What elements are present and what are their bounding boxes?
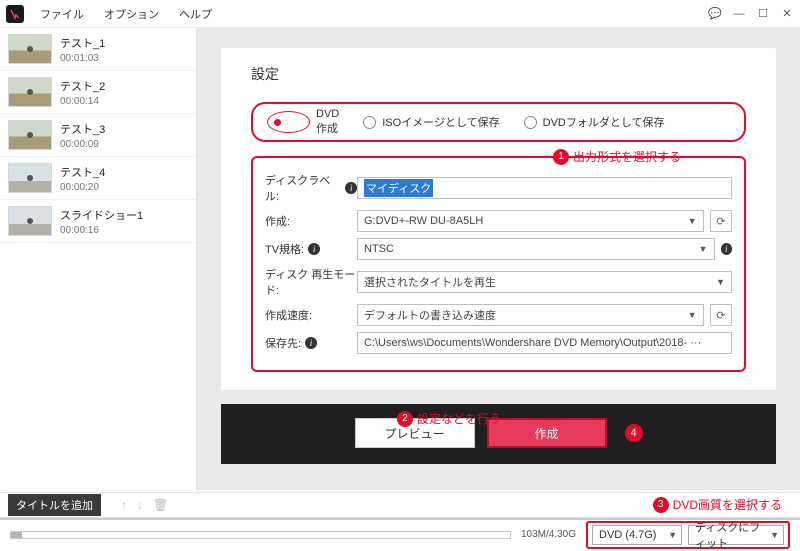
capacity-bar (10, 531, 511, 539)
refresh-button[interactable]: ⟳ (710, 304, 732, 326)
drive-select[interactable]: G:DVD+-RW DU-8A5LH▼ (357, 210, 704, 232)
list-item[interactable]: テスト_4 00:00:20 (0, 157, 196, 200)
label-create: 作成: (265, 213, 290, 229)
info-icon[interactable]: i (721, 243, 732, 255)
label-dest: 保存先: (265, 335, 301, 351)
item-duration: 00:00:14 (60, 96, 105, 107)
output-format-group: DVD作成 ISOイメージとして保存 DVDフォルダとして保存 (251, 102, 746, 142)
menu-bar: ファイル オプション ヘルプ (32, 3, 220, 25)
thumbnail (8, 120, 52, 150)
list-item[interactable]: テスト_3 00:00:09 (0, 114, 196, 157)
callout-2: 2設定などを行う (397, 410, 501, 427)
radio-icon (363, 116, 376, 129)
menu-option[interactable]: オプション (96, 3, 167, 25)
list-item[interactable]: テスト_1 00:01:03 (0, 28, 196, 71)
title-tools: ↑ ↓ 🗑 (121, 498, 168, 512)
maximize-button[interactable]: ☐ (756, 7, 770, 20)
item-duration: 00:01:03 (60, 53, 105, 64)
delete-icon[interactable]: 🗑 (153, 498, 168, 512)
titlebar: ファイル オプション ヘルプ 💬 ― ☐ ✕ (0, 0, 800, 28)
settings-form: ディスクラベル:iマイディスク 作成:G:DVD+-RW DU-8A5LH▼⟳ … (251, 156, 746, 372)
item-name: テスト_1 (60, 35, 105, 51)
label-speed: 作成速度: (265, 307, 312, 323)
radio-folder[interactable]: DVDフォルダとして保存 (524, 114, 665, 130)
list-item[interactable]: テスト_2 00:00:14 (0, 71, 196, 114)
quality-selects: DVD (4.7G)▼ ディスクにフィット▼ (586, 521, 790, 549)
settings-title: 設定 (251, 64, 746, 84)
title-list: テスト_1 00:01:03 テスト_2 00:00:14 テスト_3 00:00:0… (0, 28, 197, 490)
disclabel-input[interactable]: マイディスク (357, 177, 732, 199)
move-up-icon[interactable]: ↑ (121, 498, 127, 512)
item-name: テスト_2 (60, 78, 105, 94)
callout-3: 3DVD画質を選択する (653, 496, 782, 513)
item-duration: 00:00:16 (60, 225, 143, 236)
thumbnail (8, 77, 52, 107)
thumbnail (8, 34, 52, 64)
thumbnail (8, 163, 52, 193)
item-duration: 00:00:20 (60, 182, 105, 193)
settings-panel: 設定 1出力形式を選択する DVD作成 ISOイメージとして保存 DVDフォルダ… (221, 48, 776, 390)
radio-icon (524, 116, 537, 129)
main-area: テスト_1 00:01:03 テスト_2 00:00:14 テスト_3 00:00:0… (0, 28, 800, 490)
feedback-icon[interactable]: 💬 (708, 7, 722, 20)
info-icon[interactable]: i (308, 243, 320, 255)
playmode-select[interactable]: 選択されたタイトルを再生▼ (357, 271, 732, 293)
list-item[interactable]: スライドショー1 00:00:16 (0, 200, 196, 243)
content-area: 設定 1出力形式を選択する DVD作成 ISOイメージとして保存 DVDフォルダ… (197, 28, 800, 490)
fit-select[interactable]: ディスクにフィット▼ (688, 525, 784, 545)
dest-input[interactable]: C:\Users\ws\Documents\Wondershare DVD Me… (357, 332, 732, 354)
menu-help[interactable]: ヘルプ (171, 3, 220, 25)
info-icon[interactable]: i (345, 182, 357, 194)
add-title-button[interactable]: タイトルを追加 (8, 494, 101, 516)
callout-1: 1出力形式を選択する (553, 148, 681, 165)
radio-dvd[interactable]: DVD作成 (267, 108, 339, 136)
item-duration: 00:00:09 (60, 139, 105, 150)
disc-size-select[interactable]: DVD (4.7G)▼ (592, 525, 682, 545)
radio-iso[interactable]: ISOイメージとして保存 (363, 114, 499, 130)
minimize-button[interactable]: ― (732, 8, 746, 20)
move-down-icon[interactable]: ↓ (137, 498, 143, 512)
label-tv: TV規格: (265, 241, 304, 257)
window-controls: 💬 ― ☐ ✕ (708, 7, 794, 20)
refresh-button[interactable]: ⟳ (710, 210, 732, 232)
close-button[interactable]: ✕ (780, 7, 794, 20)
label-play: ディスク 再生モード: (265, 266, 357, 298)
radio-icon (267, 111, 310, 133)
create-button[interactable]: 作成 (487, 418, 607, 448)
speed-select[interactable]: デフォルトの書き込み速度▼ (357, 304, 704, 326)
info-icon[interactable]: i (305, 337, 317, 349)
capacity-text: 103M/4.30G (521, 529, 576, 540)
toolbar-row: タイトルを追加 ↑ ↓ 🗑 3DVD画質を選択する (0, 492, 800, 518)
tv-select[interactable]: NTSC▼ (357, 238, 715, 260)
callout-4-badge: 4 (625, 424, 643, 442)
app-logo (6, 5, 24, 23)
item-name: テスト_3 (60, 121, 105, 137)
item-name: スライドショー1 (60, 207, 143, 223)
label-disclabel: ディスクラベル: (265, 172, 341, 204)
thumbnail (8, 206, 52, 236)
menu-file[interactable]: ファイル (32, 3, 92, 25)
item-name: テスト_4 (60, 164, 105, 180)
status-bar: 103M/4.30G DVD (4.7G)▼ ディスクにフィット▼ (0, 518, 800, 549)
